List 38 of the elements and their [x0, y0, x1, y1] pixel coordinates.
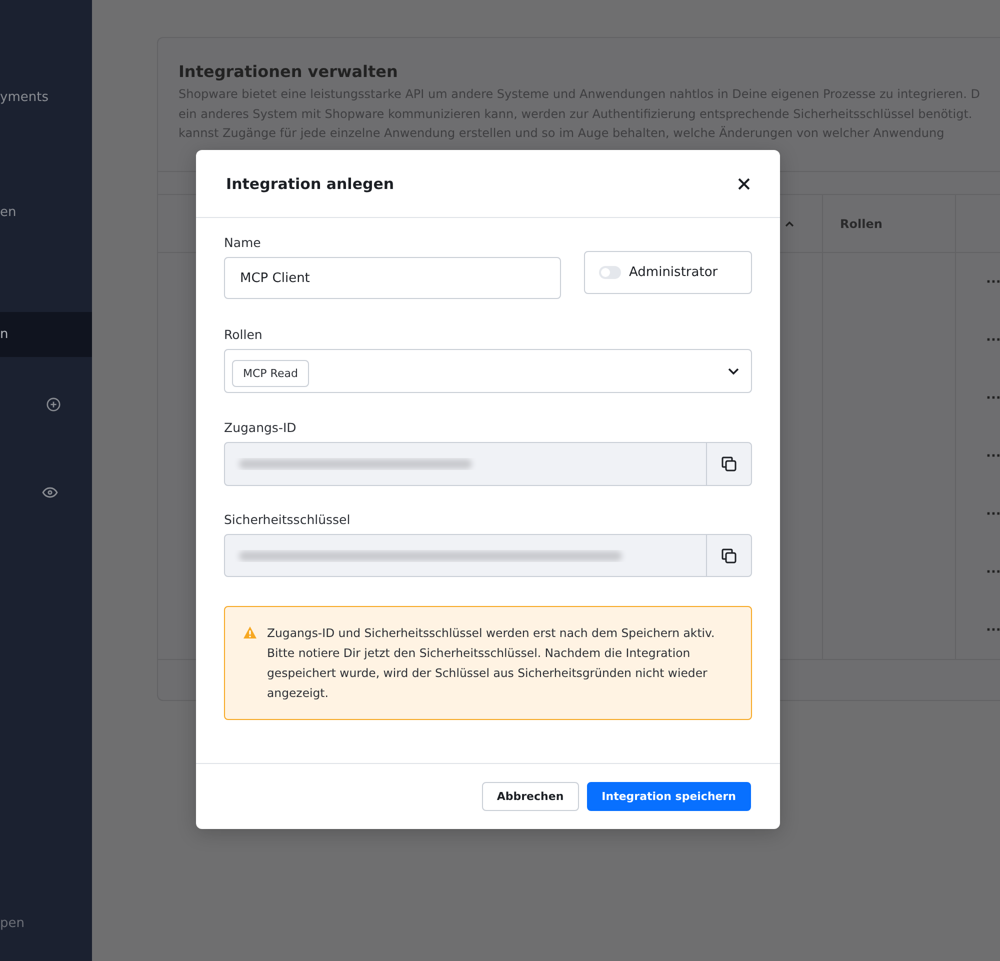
row-actions-button[interactable]: ···	[955, 485, 1000, 543]
copy-icon	[721, 456, 737, 472]
row-actions-button[interactable]: ···	[955, 427, 1000, 485]
role-tag: MCP Read	[232, 360, 309, 386]
page-title: Integrationen verwalten	[178, 62, 399, 81]
field-label: Zugangs-ID	[224, 420, 298, 435]
copy-icon	[721, 548, 737, 564]
close-button[interactable]	[738, 178, 750, 190]
field-label: Rollen	[224, 327, 264, 342]
name-input[interactable]: MCP Client	[224, 257, 561, 299]
sidebar-item[interactable]: pen	[0, 916, 92, 931]
cancel-button[interactable]: Abbrechen	[482, 782, 579, 811]
row-actions-button[interactable]: ···	[955, 601, 1000, 659]
row-actions-button[interactable]: ···	[955, 311, 1000, 369]
field-label: Sicherheitsschlüssel	[224, 512, 352, 527]
save-button[interactable]: Integration speichern	[586, 782, 751, 811]
row-actions-button[interactable]: ···	[955, 543, 1000, 601]
toggle-label: Administrator	[629, 265, 718, 280]
roles-select[interactable]: MCP Read	[224, 349, 752, 393]
warning-icon	[243, 626, 257, 639]
warning-text: Zugangs-ID und Sicherheitsschlüssel werden erst nach dem Speichern aktiv. Bitte notiere Dir jetzt den Sicherheitsschlüssel. Nachdem die Integration gespeichert wurde, wird der Schlüssel aus Sicherheitsgründen nicht wieder angezeigt.	[267, 625, 716, 702]
eye-icon[interactable]	[42, 486, 58, 498]
administrator-toggle[interactable]: Administrator	[584, 251, 752, 294]
dialog-title: Integration anlegen	[226, 174, 394, 192]
chevron-down-icon	[728, 368, 739, 374]
sidebar-item[interactable]: n	[0, 312, 92, 357]
row-actions-button[interactable]: ···	[955, 253, 1000, 311]
column-header[interactable]: Rollen	[822, 195, 955, 253]
row-actions-button[interactable]: ···	[955, 369, 1000, 427]
plus-circle-icon[interactable]	[46, 396, 62, 412]
sidebar-item[interactable]: en	[0, 112, 92, 312]
sidebar-item[interactable]: yments	[0, 82, 92, 112]
toggle-switch[interactable]	[599, 266, 621, 279]
close-icon	[738, 178, 750, 190]
access-id-field[interactable]	[224, 442, 752, 486]
sort-ascending-icon[interactable]	[785, 220, 794, 226]
secret-key-field[interactable]	[224, 534, 752, 577]
field-label: Name	[224, 235, 262, 250]
